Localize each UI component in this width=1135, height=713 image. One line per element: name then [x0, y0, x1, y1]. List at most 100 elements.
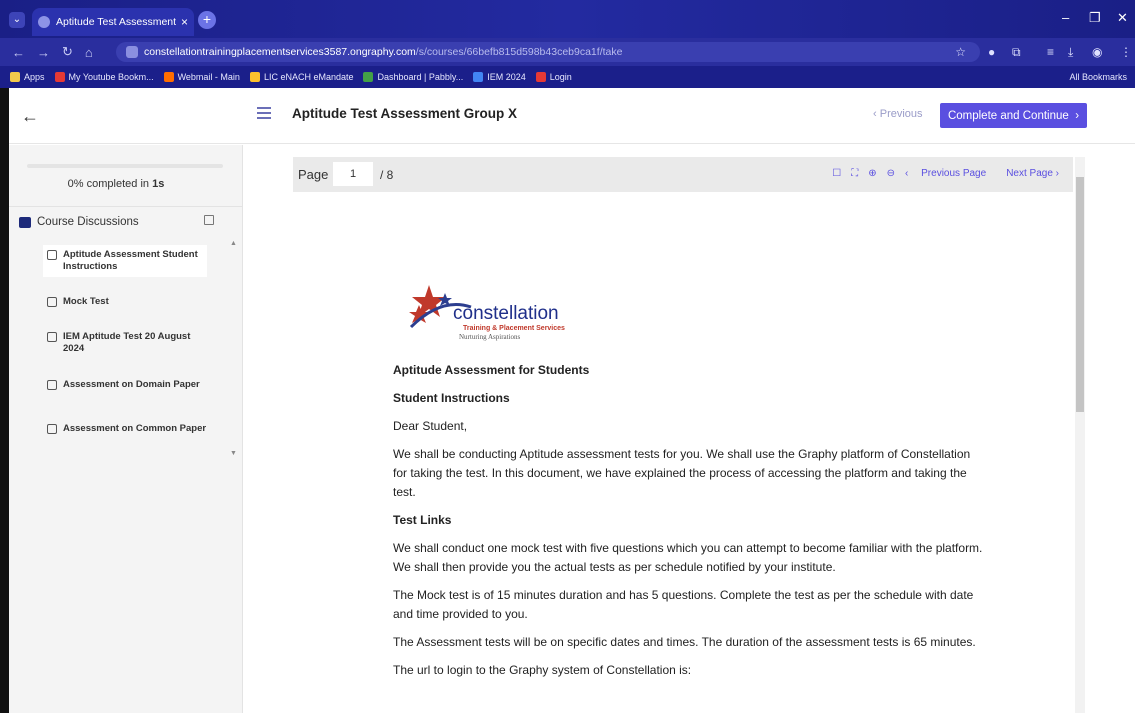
lesson-item[interactable]: IEM Aptitude Test 20 August 2024 [47, 331, 207, 355]
bookmark-label: LIC eNACH eMandate [263, 72, 354, 82]
extensions-puzzle-icon[interactable]: ⧉ [1012, 45, 1021, 60]
complete-label: Complete and Continue [947, 109, 1069, 122]
close-window-icon[interactable]: ✕ [1117, 10, 1128, 26]
all-bookmarks-button[interactable]: All Bookmarks [1069, 72, 1127, 82]
paragraph-url: The url to login to the Graphy system of… [393, 663, 692, 677]
external-link-icon[interactable] [204, 215, 214, 225]
sidebar-divider [9, 206, 242, 207]
lesson-label: Assessment on Common Paper [63, 423, 207, 434]
fullscreen-icon[interactable]: ⛶ [851, 168, 858, 179]
site-info-icon[interactable] [126, 46, 138, 58]
previous-page-button[interactable]: ‹ Previous Page [905, 168, 986, 179]
bookmark-item[interactable]: Dashboard | Pabbly... [363, 72, 463, 82]
tab-close-icon[interactable]: × [181, 15, 188, 29]
page-number-input[interactable]: 1 [333, 162, 373, 186]
bookmark-favicon-icon [249, 72, 260, 82]
address-bar[interactable]: constellationtrainingplacementservices35… [116, 42, 980, 62]
bookmark-star-icon[interactable]: ☆ [955, 45, 966, 59]
scroll-down-icon[interactable]: ▼ [230, 450, 237, 457]
bookmark-label: My Youtube Bookm... [68, 72, 154, 82]
test-links-heading: Test Links [393, 513, 452, 527]
bookmark-label: Webmail - Main [177, 72, 240, 82]
restore-icon[interactable]: ❐ [1089, 10, 1101, 26]
lesson-item[interactable]: Mock Test [47, 296, 207, 308]
new-tab-button[interactable]: + [198, 11, 216, 29]
bookmark-item[interactable]: Webmail - Main [163, 72, 240, 82]
lesson-label: IEM Aptitude Test 20 August 2024 [63, 331, 191, 354]
bookmark-item[interactable]: Login [535, 72, 572, 82]
scroll-up-icon[interactable]: ▲ [230, 240, 237, 247]
bookmark-favicon-icon [54, 72, 65, 82]
window-edge [0, 88, 9, 713]
browser-menu-icon[interactable]: ⋮ [1120, 45, 1132, 59]
page-label: Page [298, 167, 329, 182]
logo-wordmark: constellation [453, 303, 559, 324]
browser-window: ⌄ Aptitude Test Assessment Grou × + – ❐ … [0, 0, 1135, 713]
document-icon [47, 250, 57, 260]
bookmark-item[interactable]: LIC eNACH eMandate [249, 72, 354, 82]
document-icon [47, 424, 57, 434]
course-sidebar: 0% completed in 1s Course Discussions Ap… [9, 145, 243, 713]
progress-rest: completed in [86, 178, 150, 190]
bookmark-favicon-icon [163, 72, 174, 82]
bookmark-favicon-icon [363, 72, 374, 82]
bookmark-label: IEM 2024 [487, 72, 526, 82]
browser-tab[interactable]: Aptitude Test Assessment Grou × [32, 8, 194, 36]
profile-avatar-icon[interactable]: ◉ [1092, 45, 1102, 59]
previous-button[interactable]: ‹ Previous [873, 108, 923, 120]
tab-favicon-icon [38, 16, 50, 28]
home-icon[interactable]: ⌂ [85, 45, 93, 60]
download-icon[interactable]: ⤓ [1068, 45, 1073, 60]
lesson-item[interactable]: Assessment on Domain Paper [47, 379, 207, 391]
lesson-item[interactable]: Aptitude Assessment Student Instructions [43, 245, 207, 277]
sidebar-scrollbar[interactable]: ▲ ▼ [230, 240, 239, 460]
reload-icon[interactable]: ↻ [62, 44, 73, 60]
paragraph-intro: We shall be conducting Aptitude assessme… [393, 447, 971, 499]
course-title: Aptitude Test Assessment Group X [292, 106, 518, 121]
pdf-toolbar: Page 1 / 8 ☐ ⛶ ⊕ ⊖ ‹ Previous Page Next … [293, 157, 1073, 192]
bookmark-item[interactable]: Apps [10, 72, 45, 82]
pdf-scrollbar[interactable] [1075, 157, 1085, 713]
document-subheading: Student Instructions [393, 391, 510, 405]
pdf-viewer: Page 1 / 8 ☐ ⛶ ⊕ ⊖ ‹ Previous Page Next … [293, 157, 1085, 713]
progress-bar [27, 164, 223, 168]
course-discussions-link[interactable]: Course Discussions [19, 216, 139, 228]
complete-and-continue-button[interactable]: Complete and Continue › [940, 103, 1087, 128]
next-page-label: Next Page [1006, 168, 1053, 179]
url-path: /s/courses/66befb815d598b43ceb9ca1f/take [415, 46, 623, 58]
forward-icon[interactable]: → [37, 45, 50, 60]
zoom-out-icon[interactable]: ⊖ [887, 168, 895, 179]
zoom-in-icon[interactable]: ⊕ [868, 168, 876, 179]
previous-page-label: Previous Page [921, 168, 987, 179]
back-arrow-icon[interactable]: ← [21, 106, 39, 127]
quiz-icon [47, 297, 57, 307]
extension-icon[interactable]: ● [988, 45, 995, 59]
back-icon[interactable]: ← [12, 45, 25, 60]
page-total: / 8 [380, 168, 394, 182]
pdf-scroll-thumb[interactable] [1076, 177, 1084, 412]
paragraph-mock: We shall conduct one mock test with five… [393, 541, 983, 574]
media-control-icon[interactable]: ≡ [1047, 45, 1054, 59]
minimize-icon[interactable]: – [1062, 10, 1069, 25]
document-icon [47, 332, 57, 342]
bookmark-item[interactable]: IEM 2024 [473, 72, 526, 82]
pdf-tools: ☐ ⛶ ⊕ ⊖ ‹ Previous Page Next Page › [822, 168, 1059, 179]
menu-toggle-icon[interactable] [257, 107, 271, 122]
paragraph-mock-duration: The Mock test is of 15 minutes duration … [393, 588, 974, 621]
bookmarks-bar: Apps My Youtube Bookm... Webmail - Main LIC… [0, 66, 1135, 88]
browser-toolbar: ← → ↻ ⌂ constellationtrainingplacementse… [0, 38, 1135, 66]
bookmark-label: Login [549, 72, 572, 82]
constellation-logo: constellation Training & Placement Servi… [409, 285, 565, 341]
previous-label: Previous [879, 108, 923, 120]
bookmark-label: Apps [24, 72, 45, 82]
bookmark-favicon-icon [10, 72, 20, 82]
progress-time: 1s [152, 178, 165, 190]
lesson-label: Aptitude Assessment Student Instructions [63, 249, 198, 272]
bookmark-item[interactable]: My Youtube Bookm... [54, 72, 154, 82]
bookmark-icon[interactable]: ☐ [832, 168, 841, 179]
next-page-button[interactable]: Next Page › [996, 168, 1059, 179]
chat-icon [19, 216, 31, 228]
tab-search-button[interactable]: ⌄ [9, 12, 25, 28]
lesson-item[interactable]: Assessment on Common Paper [47, 423, 207, 435]
bookmark-favicon-icon [473, 72, 484, 82]
